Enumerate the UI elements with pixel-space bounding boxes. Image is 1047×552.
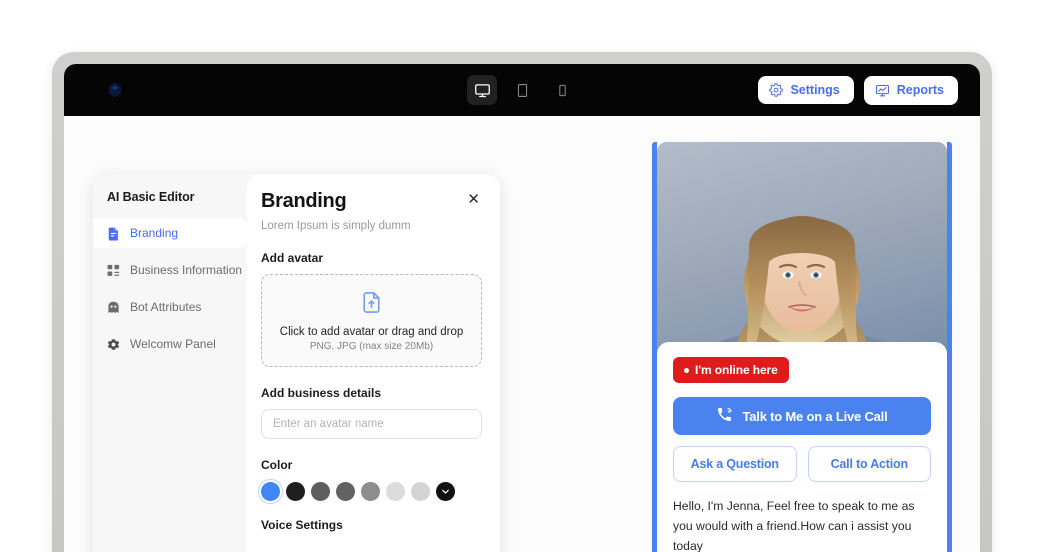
brand-logo-icon[interactable]: [102, 79, 128, 101]
gear-icon: [106, 337, 121, 352]
chevron-down-icon[interactable]: [436, 482, 455, 501]
color-swatch[interactable]: [386, 482, 405, 501]
color-label: Color: [261, 458, 293, 472]
add-avatar-label: Add avatar: [261, 251, 324, 265]
phone-ringing-icon: [716, 406, 733, 426]
sidebar-item-label: Branding: [130, 226, 179, 240]
device-toggle-tablet[interactable]: [507, 75, 537, 105]
screenshot-root: Settings Reports AI Basic Editor Brandin…: [0, 0, 1047, 552]
color-swatch[interactable]: [311, 482, 330, 501]
reports-button[interactable]: Reports: [863, 75, 958, 105]
color-swatch-list: [261, 482, 482, 501]
business-details-label: Add business details: [261, 386, 382, 400]
grid-icon: [106, 263, 121, 278]
document-icon: [106, 226, 121, 241]
status-badge-label: I'm online here: [695, 363, 778, 377]
reports-chart-icon: [875, 83, 890, 98]
sidebar-item-label: Welcomw Panel: [130, 337, 216, 351]
bot-icon: [106, 300, 121, 315]
dropzone-sub-text: PNG, JPG (max size 20Mb): [309, 340, 434, 352]
sidebar-item-branding[interactable]: Branding: [93, 218, 248, 248]
file-upload-icon: [359, 290, 384, 320]
settings-button-label: Settings: [790, 83, 840, 97]
panel-subtitle: Lorem Ipsum is simply dumm: [261, 220, 411, 232]
color-swatch[interactable]: [286, 482, 305, 501]
avatar-name-input[interactable]: [261, 409, 482, 439]
live-call-button[interactable]: Talk to Me on a Live Call: [673, 397, 931, 435]
call-to-action-button[interactable]: Call to Action: [807, 446, 931, 482]
voice-settings-label: Voice Settings: [261, 518, 343, 532]
gear-icon: [769, 83, 784, 97]
close-icon[interactable]: ✕: [465, 190, 482, 209]
editor-title: AI Basic Editor: [107, 190, 195, 204]
device-frame: Settings Reports AI Basic Editor Brandin…: [52, 52, 992, 552]
color-swatch[interactable]: [336, 482, 355, 501]
sidebar-item-label: Bot Attributes: [130, 300, 202, 314]
ai-basic-editor-panel: AI Basic Editor Branding Business Inform…: [93, 174, 500, 552]
sidebar-item-business-information[interactable]: Business Information: [93, 255, 247, 285]
sidebar-item-welcome-panel[interactable]: Welcomw Panel: [93, 329, 247, 359]
panel-header: Branding ✕: [261, 190, 482, 213]
quick-action-row: Ask a Question Call to Action: [673, 446, 931, 482]
avatar-dropzone[interactable]: Click to add avatar or drag and drop PNG…: [261, 274, 482, 367]
reports-button-label: Reports: [896, 83, 944, 97]
top-bar: Settings Reports: [64, 64, 980, 116]
editor-sidebar: AI Basic Editor Branding Business Inform…: [93, 174, 248, 552]
color-swatch[interactable]: [261, 482, 280, 501]
widget-card: I'm online here Talk to Me on a Live Cal…: [657, 342, 947, 552]
settings-button[interactable]: Settings: [758, 76, 854, 104]
online-dot-icon: [684, 367, 689, 373]
color-swatch[interactable]: [411, 482, 430, 501]
top-bar-actions: Settings Reports: [758, 75, 964, 105]
sidebar-item-bot-attributes[interactable]: Bot Attributes: [93, 292, 247, 322]
ask-question-button[interactable]: Ask a Question: [673, 446, 797, 482]
preview-canvas: AI Basic Editor Branding Business Inform…: [64, 116, 980, 552]
bot-message: Hello, I'm Jenna, Feel free to speak to …: [673, 499, 915, 552]
color-swatch[interactable]: [361, 482, 380, 501]
device-toggle-mobile[interactable]: [547, 75, 577, 105]
page-title: Branding: [261, 190, 347, 212]
dropzone-main-text: Click to add avatar or drag and drop: [279, 325, 464, 338]
device-screen: Settings Reports AI Basic Editor Brandin…: [64, 64, 980, 552]
editor-content: Branding ✕ Lorem Ipsum is simply dumm Ad…: [247, 174, 500, 552]
device-preview-toggles: [467, 75, 577, 105]
device-toggle-desktop[interactable]: [467, 75, 497, 105]
chat-widget-preview: I'm online here Talk to Me on a Live Cal…: [652, 142, 952, 552]
sidebar-item-label: Business Information: [130, 263, 243, 277]
status-badge: I'm online here: [673, 357, 789, 383]
live-call-button-label: Talk to Me on a Live Call: [742, 408, 888, 424]
